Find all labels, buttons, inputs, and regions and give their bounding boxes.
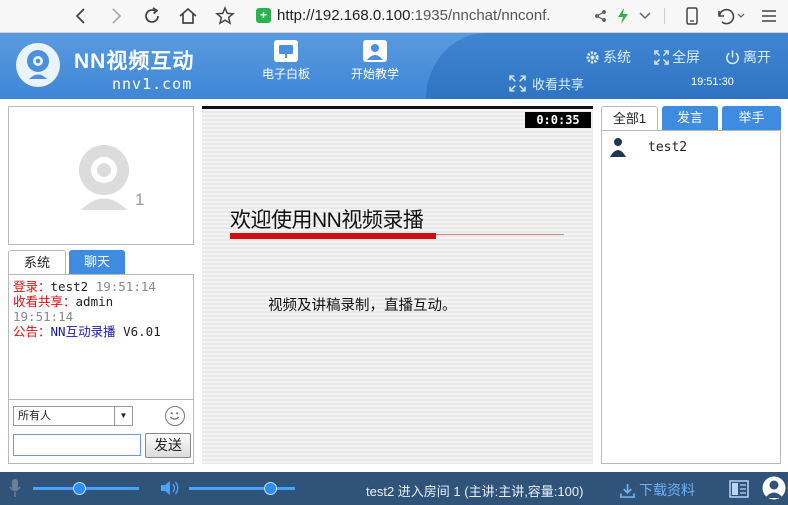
whiteboard-icon bbox=[274, 40, 298, 62]
slide-title-rule bbox=[436, 234, 564, 235]
undo-dropdown-icon[interactable] bbox=[734, 4, 748, 28]
system-button[interactable]: 系统 bbox=[585, 47, 631, 67]
microphone-icon[interactable] bbox=[9, 479, 21, 497]
user-list: test2 bbox=[601, 130, 781, 464]
chevron-down-icon[interactable] bbox=[632, 4, 658, 28]
user-name: test2 bbox=[648, 139, 688, 155]
video-panel[interactable]: 1 bbox=[8, 106, 194, 245]
dropdown-arrow-icon[interactable]: ▼ bbox=[114, 407, 132, 425]
system-message-log: 登录：test2 19:51:14 收看共享：admin 19:51:14 公告… bbox=[8, 274, 194, 400]
slide-title-underline bbox=[230, 233, 436, 239]
home-icon[interactable] bbox=[175, 4, 201, 28]
slide-body: 视频及讲稿录制，直播互动。 bbox=[268, 298, 457, 314]
gear-icon bbox=[586, 50, 599, 64]
send-button[interactable]: 发送 bbox=[145, 433, 191, 458]
teacher-icon bbox=[363, 40, 387, 62]
start-teaching-label: 开始教学 bbox=[350, 67, 399, 81]
page: + http://192.168.0.100:1935/nnchat/nncon… bbox=[0, 0, 788, 505]
app-header: NN视频互动 nnv1.com 电子白板 开始教学 系统 全屏 离开 收看共享 … bbox=[0, 33, 788, 99]
fullscreen-icon bbox=[654, 49, 669, 65]
slide-title: 欢迎使用NN视频录播 bbox=[230, 209, 424, 232]
logo bbox=[16, 43, 60, 87]
whiteboard-label: 电子白板 bbox=[261, 67, 310, 81]
fullscreen-button[interactable]: 全屏 bbox=[654, 47, 700, 67]
room-status: test2 进入房间 1 (主讲:主讲,容量:100) bbox=[366, 484, 584, 499]
leave-label: 离开 bbox=[743, 49, 771, 65]
message-line: 收看共享：admin bbox=[13, 294, 189, 309]
collect-share-label: 收看共享 bbox=[532, 77, 585, 92]
speaker-icon[interactable] bbox=[160, 480, 180, 496]
chat-input[interactable] bbox=[13, 434, 141, 456]
leave-button[interactable]: 离开 bbox=[725, 47, 771, 67]
presentation-slide: 0:0:35 欢迎使用NN视频录播 视频及讲稿录制，直播互动。 bbox=[202, 106, 593, 464]
right-tab-bar: 全部1 发言 举手 bbox=[601, 106, 781, 130]
brand-domain: nnv1.com bbox=[112, 75, 193, 93]
message-text: test2 bbox=[50, 279, 89, 294]
mobile-view-icon[interactable] bbox=[679, 4, 705, 28]
url-path: :1935/nnchat/nnconf. bbox=[410, 7, 551, 24]
tab-chat[interactable]: 聊天 bbox=[69, 250, 125, 274]
system-label: 系统 bbox=[603, 49, 631, 65]
download-icon bbox=[620, 483, 635, 498]
seat-number: 1 bbox=[135, 190, 145, 209]
message-line: 公告：NN互动录播 V6.01 bbox=[13, 324, 189, 339]
message-text: admin bbox=[75, 294, 114, 309]
announcement-version: V6.01 bbox=[115, 324, 161, 339]
camera-placeholder-icon bbox=[79, 145, 129, 210]
fullscreen-label: 全屏 bbox=[672, 49, 700, 65]
expand-icon bbox=[509, 75, 526, 92]
chat-compose: 所有人 ▼ 发送 bbox=[8, 400, 194, 464]
footer-bar: test2 进入房间 1 (主讲:主讲,容量:100) 下载资料 bbox=[0, 472, 788, 505]
download-button[interactable]: 下载资料 bbox=[620, 480, 695, 500]
menu-icon[interactable] bbox=[756, 4, 782, 28]
message-time: 19:51:14 bbox=[95, 279, 156, 294]
message-label: 公告： bbox=[13, 324, 51, 339]
forward-icon[interactable] bbox=[103, 4, 129, 28]
recipient-select[interactable]: 所有人 ▼ bbox=[13, 406, 133, 426]
header-clock: 19:51:30 bbox=[691, 76, 734, 88]
webcam-logo-icon bbox=[27, 50, 49, 79]
reload-icon[interactable] bbox=[139, 4, 165, 28]
back-icon[interactable] bbox=[68, 4, 94, 28]
speaker-volume-handle[interactable] bbox=[263, 482, 277, 495]
mic-volume-handle[interactable] bbox=[72, 482, 86, 495]
collect-share-button[interactable]: 收看共享 bbox=[509, 74, 584, 93]
toolbar-divider bbox=[664, 8, 665, 24]
profile-avatar-icon[interactable] bbox=[762, 476, 786, 500]
tab-all[interactable]: 全部1 bbox=[601, 106, 658, 130]
speaker-volume-slider[interactable] bbox=[189, 487, 295, 490]
message-line: 登录：test2 19:51:14 bbox=[13, 279, 189, 294]
tab-raise-hand[interactable]: 举手 bbox=[722, 106, 781, 130]
tab-system[interactable]: 系统 bbox=[8, 250, 66, 274]
browser-toolbar: + http://192.168.0.100:1935/nnchat/nncon… bbox=[0, 0, 788, 33]
announcement-text: NN互动录播 bbox=[50, 324, 116, 339]
download-label: 下载资料 bbox=[639, 482, 695, 498]
mic-volume-slider[interactable] bbox=[33, 487, 139, 490]
tab-speak[interactable]: 发言 bbox=[662, 106, 718, 130]
recipient-value: 所有人 bbox=[18, 410, 51, 422]
secure-site-icon: + bbox=[256, 8, 271, 23]
message-label: 登录： bbox=[13, 279, 51, 294]
url-host: http://192.168.0.100 bbox=[277, 7, 411, 24]
message-time: 19:51:14 bbox=[13, 309, 74, 324]
power-icon bbox=[726, 49, 739, 64]
start-teaching-button[interactable]: 开始教学 bbox=[335, 40, 415, 82]
layout-toggle-icon[interactable] bbox=[729, 480, 749, 498]
user-row[interactable]: test2 bbox=[610, 137, 687, 157]
favorite-star-icon[interactable] bbox=[212, 4, 238, 28]
message-label: 收看共享： bbox=[13, 294, 76, 309]
whiteboard-button[interactable]: 电子白板 bbox=[246, 40, 326, 82]
recording-timer: 0:0:35 bbox=[525, 112, 591, 128]
brand-title: NN视频互动 bbox=[74, 50, 195, 73]
left-tab-bar: 系统 聊天 bbox=[8, 250, 194, 274]
user-icon bbox=[610, 138, 626, 157]
emoji-icon[interactable] bbox=[165, 406, 185, 426]
